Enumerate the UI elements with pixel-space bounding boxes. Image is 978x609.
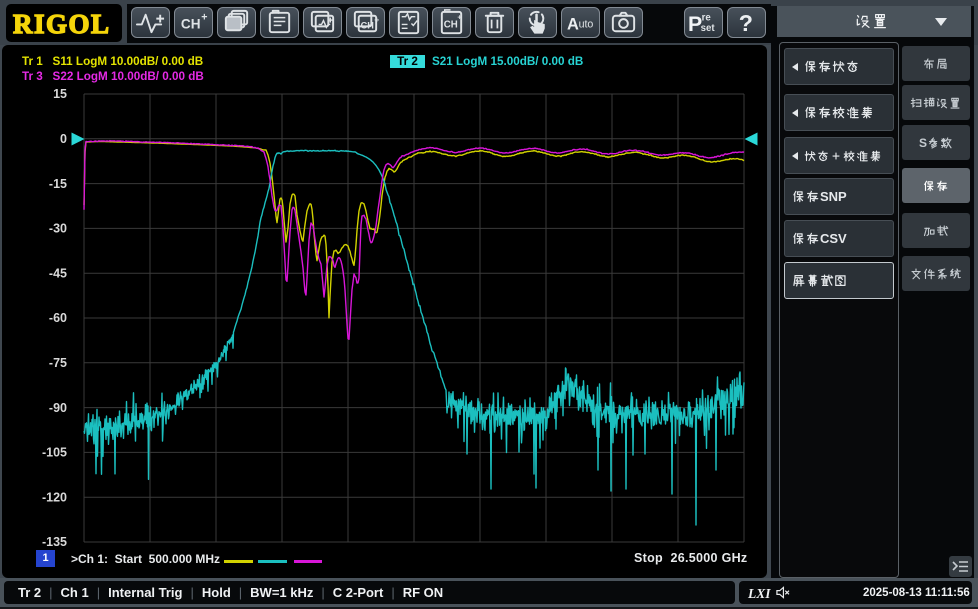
svg-text:-105: -105	[42, 446, 67, 460]
svg-text:15: 15	[53, 87, 67, 101]
svg-text:-75: -75	[49, 356, 67, 370]
svg-text:-15: -15	[49, 177, 67, 191]
svg-text:-120: -120	[42, 490, 67, 504]
svg-text:0: 0	[60, 132, 67, 146]
svg-text:-45: -45	[49, 266, 67, 280]
svg-text:-90: -90	[49, 401, 67, 415]
svg-text:-135: -135	[42, 535, 67, 549]
svg-text:-30: -30	[49, 222, 67, 236]
svg-text:-60: -60	[49, 311, 67, 325]
